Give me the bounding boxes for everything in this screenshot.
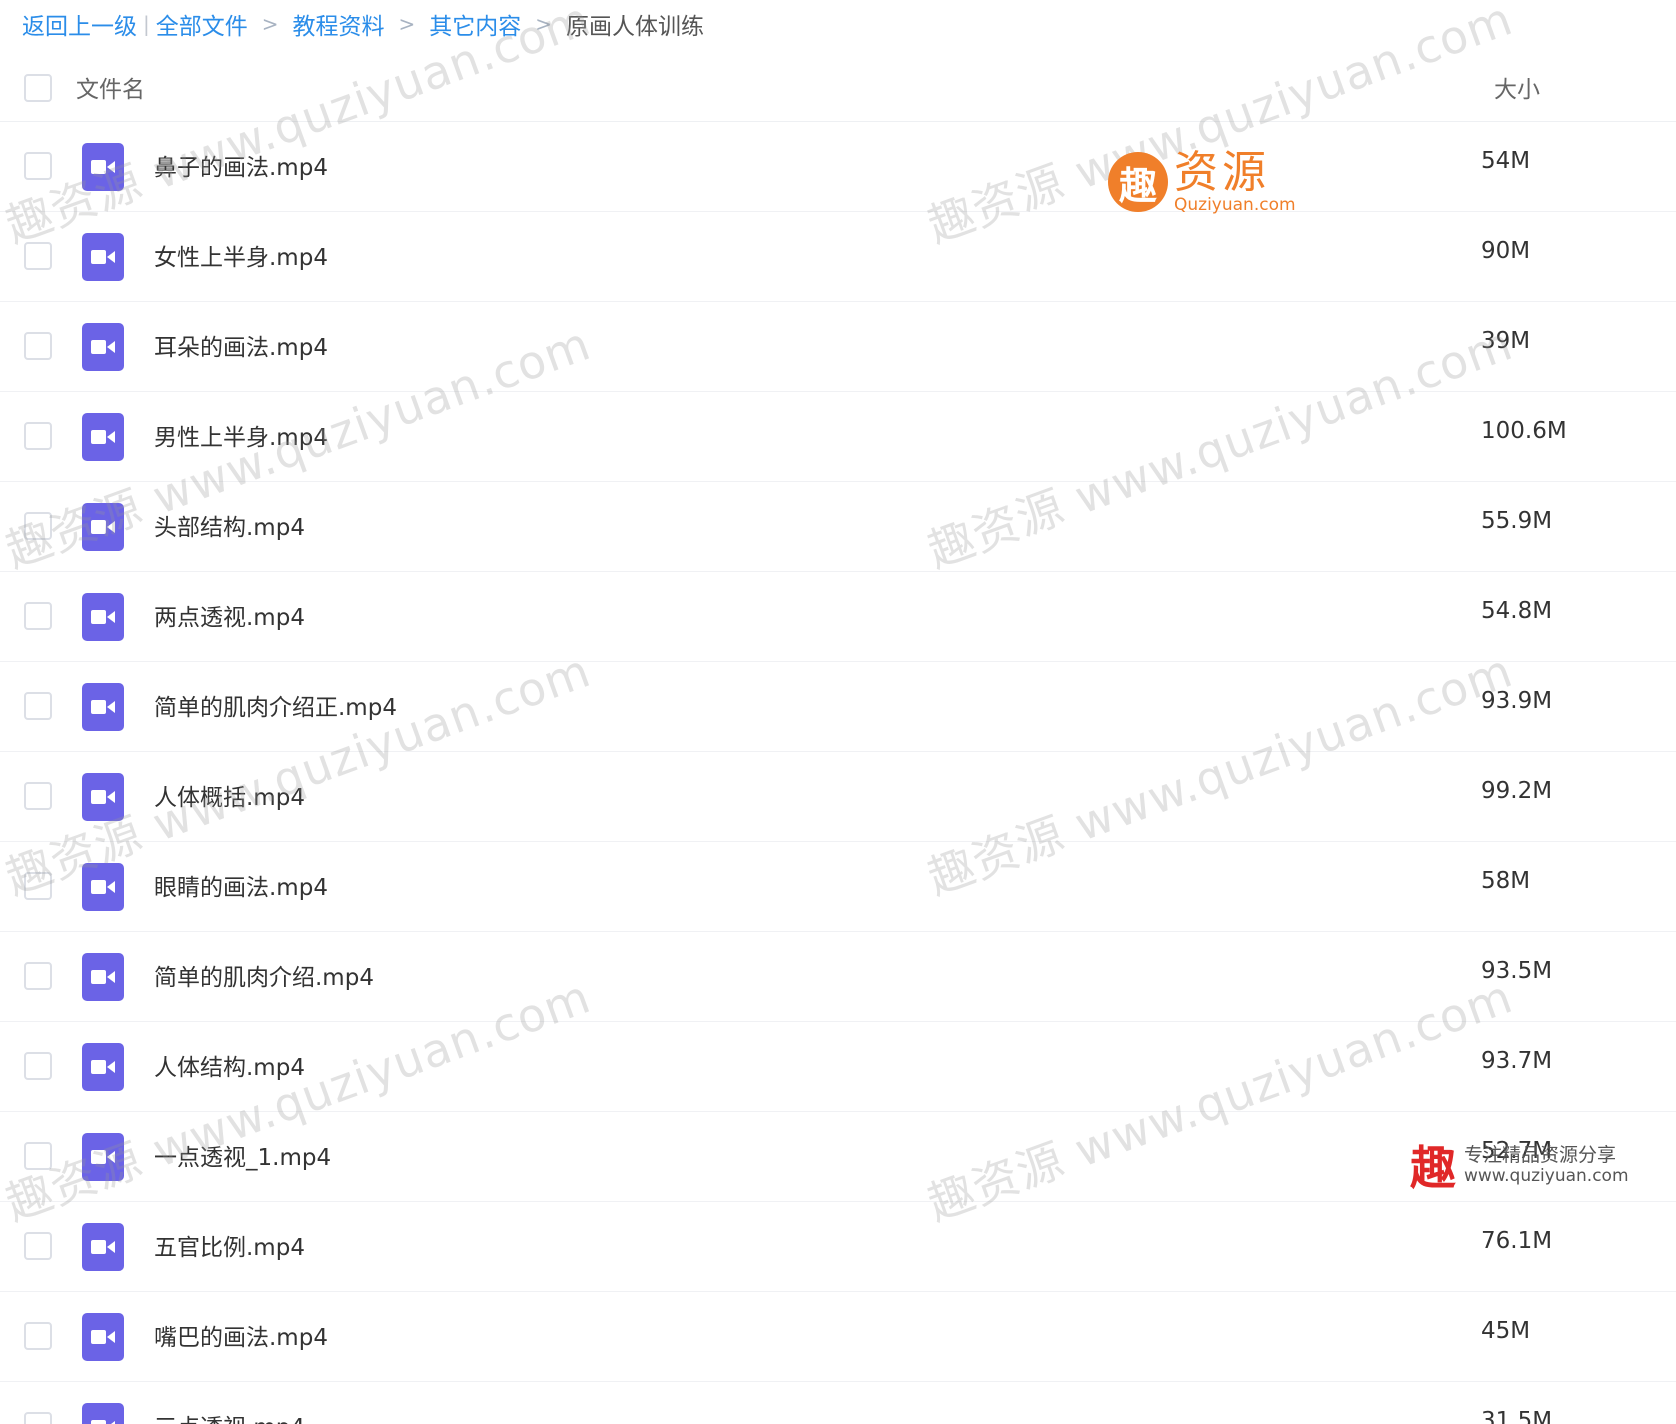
file-checkbox[interactable] <box>24 512 52 540</box>
file-size: 52.7M <box>1481 1138 1553 1164</box>
file-checkbox[interactable] <box>24 152 52 180</box>
file-size: 54M <box>1481 148 1531 174</box>
file-name[interactable]: 人体结构.mp4 <box>154 1048 305 1082</box>
file-checkbox[interactable] <box>24 692 52 720</box>
file-checkbox[interactable] <box>24 602 52 630</box>
file-size: 76.1M <box>1481 1228 1553 1254</box>
file-size: 55.9M <box>1481 508 1553 534</box>
file-checkbox[interactable] <box>24 242 52 270</box>
video-file-icon <box>82 1133 124 1181</box>
breadcrumb-current: 原画人体训练 <box>566 14 705 40</box>
file-size: 39M <box>1481 328 1531 354</box>
breadcrumb-separator: > <box>398 12 416 36</box>
file-checkbox[interactable] <box>24 332 52 360</box>
breadcrumb-separator: > <box>261 12 279 36</box>
video-file-icon <box>82 323 124 371</box>
video-file-icon <box>82 233 124 281</box>
file-checkbox[interactable] <box>24 782 52 810</box>
file-list: 鼻子的画法.mp4 54M 女性上半身.mp4 90M 耳朵的画法.mp4 39… <box>0 122 1676 1424</box>
file-name[interactable]: 眼睛的画法.mp4 <box>154 868 328 902</box>
file-name[interactable]: 三点透视.mp4 <box>154 1408 305 1424</box>
file-name[interactable]: 头部结构.mp4 <box>154 508 305 542</box>
video-file-icon <box>82 953 124 1001</box>
file-size: 93.5M <box>1481 958 1553 984</box>
file-size: 93.7M <box>1481 1048 1553 1074</box>
column-header-size[interactable]: 大小 <box>1494 70 1540 104</box>
file-size: 99.2M <box>1481 778 1553 804</box>
breadcrumb-separator: > <box>535 12 553 36</box>
file-size: 90M <box>1481 238 1531 264</box>
file-row[interactable]: 嘴巴的画法.mp4 45M <box>0 1292 1676 1382</box>
file-checkbox[interactable] <box>24 1322 52 1350</box>
file-row[interactable]: 耳朵的画法.mp4 39M <box>0 302 1676 392</box>
file-row[interactable]: 简单的肌肉介绍正.mp4 93.9M <box>0 662 1676 752</box>
file-row[interactable]: 三点透视.mp4 31.5M <box>0 1382 1676 1424</box>
video-file-icon <box>82 863 124 911</box>
video-file-icon <box>82 503 124 551</box>
video-file-icon <box>82 1403 124 1424</box>
file-row[interactable]: 一点透视_1.mp4 52.7M <box>0 1112 1676 1202</box>
select-all-checkbox[interactable] <box>24 74 52 102</box>
file-size: 58M <box>1481 868 1531 894</box>
list-header: 文件名 大小 <box>0 52 1676 122</box>
video-file-icon <box>82 143 124 191</box>
breadcrumb-item-tutorials[interactable]: 教程资料 <box>293 7 385 41</box>
file-size: 100.6M <box>1481 418 1567 444</box>
file-checkbox[interactable] <box>24 1052 52 1080</box>
video-file-icon <box>82 593 124 641</box>
file-checkbox[interactable] <box>24 962 52 990</box>
breadcrumb: 返回上一级 | 全部文件 > 教程资料 > 其它内容 > 原画人体训练 <box>22 6 704 42</box>
file-name[interactable]: 一点透视_1.mp4 <box>154 1138 331 1172</box>
file-name[interactable]: 嘴巴的画法.mp4 <box>154 1318 328 1352</box>
file-checkbox[interactable] <box>24 872 52 900</box>
file-size: 54.8M <box>1481 598 1553 624</box>
file-row[interactable]: 女性上半身.mp4 90M <box>0 212 1676 302</box>
column-header-name[interactable]: 文件名 <box>76 70 145 104</box>
video-file-icon <box>82 773 124 821</box>
video-file-icon <box>82 1313 124 1361</box>
file-row[interactable]: 五官比例.mp4 76.1M <box>0 1202 1676 1292</box>
file-row[interactable]: 两点透视.mp4 54.8M <box>0 572 1676 662</box>
file-row[interactable]: 眼睛的画法.mp4 58M <box>0 842 1676 932</box>
file-name[interactable]: 简单的肌肉介绍正.mp4 <box>154 688 397 722</box>
video-file-icon <box>82 683 124 731</box>
file-name[interactable]: 男性上半身.mp4 <box>154 418 328 452</box>
file-row[interactable]: 男性上半身.mp4 100.6M <box>0 392 1676 482</box>
file-row[interactable]: 简单的肌肉介绍.mp4 93.5M <box>0 932 1676 1022</box>
video-file-icon <box>82 413 124 461</box>
file-size: 93.9M <box>1481 688 1553 714</box>
file-name[interactable]: 简单的肌肉介绍.mp4 <box>154 958 374 992</box>
file-row[interactable]: 鼻子的画法.mp4 54M <box>0 122 1676 212</box>
file-name[interactable]: 女性上半身.mp4 <box>154 238 328 272</box>
breadcrumb-item-other[interactable]: 其它内容 <box>429 7 521 41</box>
file-checkbox[interactable] <box>24 422 52 450</box>
file-size: 31.5M <box>1481 1408 1553 1424</box>
video-file-icon <box>82 1223 124 1271</box>
file-row[interactable]: 人体结构.mp4 93.7M <box>0 1022 1676 1112</box>
file-checkbox[interactable] <box>24 1232 52 1260</box>
video-file-icon <box>82 1043 124 1091</box>
file-name[interactable]: 五官比例.mp4 <box>154 1228 305 1262</box>
back-link[interactable]: 返回上一级 <box>22 7 137 41</box>
file-checkbox[interactable] <box>24 1412 52 1424</box>
file-row[interactable]: 头部结构.mp4 55.9M <box>0 482 1676 572</box>
file-size: 45M <box>1481 1318 1531 1344</box>
file-name[interactable]: 两点透视.mp4 <box>154 598 305 632</box>
file-name[interactable]: 耳朵的画法.mp4 <box>154 328 328 362</box>
file-row[interactable]: 人体概括.mp4 99.2M <box>0 752 1676 842</box>
file-name[interactable]: 鼻子的画法.mp4 <box>154 148 328 182</box>
file-name[interactable]: 人体概括.mp4 <box>154 778 305 812</box>
breadcrumb-item-all-files[interactable]: 全部文件 <box>156 7 248 41</box>
breadcrumb-divider: | <box>143 12 150 36</box>
file-checkbox[interactable] <box>24 1142 52 1170</box>
